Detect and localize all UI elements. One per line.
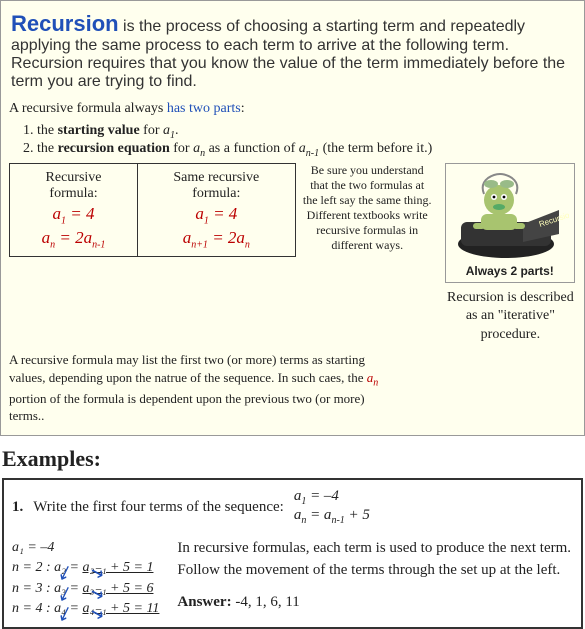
col2-head: Same recursive formula: a1 = 4 an+1 = 2a…: [138, 163, 296, 257]
work-steps: a₁ = –4 ↙↘n = 2 : a₂ = a₂₋₁ + 5 = 1 ↙↘n …: [12, 538, 159, 619]
formula-2b: an+1 = 2an: [148, 228, 285, 250]
parts-lead-text: A recursive formula always: [9, 101, 167, 116]
explanation: In recursive formulas, each term is used…: [177, 538, 573, 619]
has-two-parts-link[interactable]: has two parts: [167, 101, 241, 116]
col1-head: Recursive formula: a1 = 4 an = 2an-1: [10, 163, 138, 257]
caption: Always 2 parts!: [446, 264, 574, 278]
wizard-box: Recursion Always 2 parts!: [445, 163, 575, 283]
examples-heading: Examples:: [2, 446, 583, 472]
iterative-text: Recursion is described as an "iterative"…: [445, 289, 576, 346]
question-number: 1.: [12, 499, 23, 516]
formula-table: Recursive formula: a1 = 4 an = 2an-1 Sam…: [9, 163, 296, 258]
parts-lead: A recursive formula always has two parts…: [9, 101, 576, 117]
note-text: Be sure you understand that the two form…: [302, 163, 433, 253]
intro-text: Recursion is the process of choosing a s…: [11, 11, 576, 91]
wizard-icon: Recursion: [451, 166, 569, 262]
formula-2a: a1 = 4: [148, 204, 285, 226]
title: Recursion: [11, 11, 119, 36]
desc-text: A recursive formula may list the first t…: [9, 351, 389, 425]
question-text: 1. Write the first four terms of the seq…: [12, 488, 573, 526]
formula-1a: a1 = 4: [20, 204, 127, 226]
question-1: 1. Write the first four terms of the seq…: [2, 478, 583, 629]
intro-panel: Recursion is the process of choosing a s…: [0, 0, 585, 436]
part-1: 1. the starting value for a1.: [23, 123, 576, 141]
formula-1b: an = 2an-1: [20, 228, 127, 250]
part-2: 2. the recursion equation for an as a fu…: [23, 141, 576, 159]
